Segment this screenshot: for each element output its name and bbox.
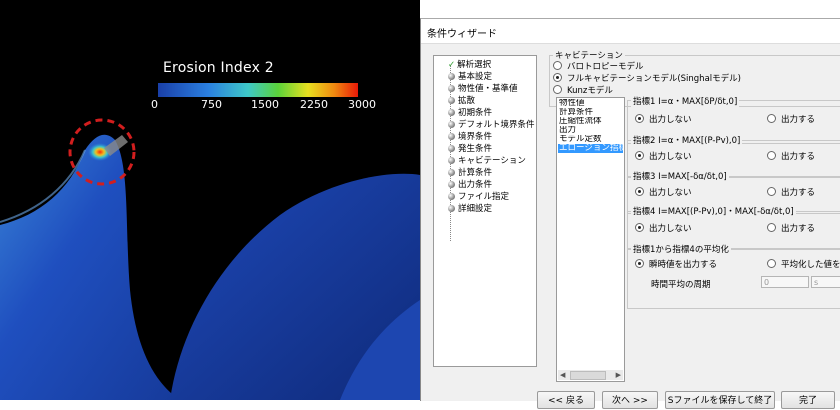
- index3-on-radio[interactable]: 出力する: [767, 186, 815, 198]
- index4-off-radio[interactable]: 出力しない: [635, 222, 692, 234]
- erosion-render-view: Erosion Index 2 0 750 1500 2250 3000: [0, 0, 420, 400]
- index1-title: 指標1 I=α・MAX[δP/δt,0]: [631, 95, 740, 107]
- radio-kunz[interactable]: Kunzモデル: [553, 84, 613, 96]
- bullet-icon: [448, 121, 455, 128]
- dialog-title: 条件ウィザード: [427, 29, 497, 40]
- wizard-step-tree[interactable]: ✓ 解析選択 基本設定 物性値・基準値 拡散 初期条件 デフォルト境界条件 境界条…: [433, 55, 537, 367]
- finish-button[interactable]: 完了: [781, 391, 835, 409]
- index2-title: 指標2 I=α・MAX[(P-Pv),0]: [631, 134, 743, 146]
- parameter-list[interactable]: 物性値 計算条件 圧縮性流体 出力 モデル定数 エロージョン指標 ◀ ▶: [556, 97, 625, 382]
- radio-icon: [767, 259, 776, 268]
- radio-icon: [767, 114, 776, 123]
- radio-icon: [767, 151, 776, 160]
- bullet-icon: [448, 85, 455, 92]
- bullet-icon: [448, 205, 455, 212]
- index4-on-radio[interactable]: 出力する: [767, 222, 815, 234]
- colorbar: [158, 83, 358, 97]
- period-input[interactable]: 0: [761, 276, 809, 288]
- scroll-thumb[interactable]: [570, 371, 606, 380]
- bullet-icon: [448, 97, 455, 104]
- colorbar-tick: 3000: [348, 98, 376, 111]
- tree-item-default-boundary[interactable]: デフォルト境界条件: [448, 120, 535, 131]
- averaged-radio[interactable]: 平均化した値を出力: [767, 258, 840, 270]
- tree-item-boundary[interactable]: 境界条件: [448, 132, 492, 143]
- tree-item-file[interactable]: ファイル指定: [448, 192, 509, 203]
- list-item-selected[interactable]: エロージョン指標: [558, 144, 623, 153]
- list-item[interactable]: 圧縮性流体: [558, 117, 623, 126]
- tree-item-generation[interactable]: 発生条件: [448, 144, 492, 155]
- radio-icon: [767, 223, 776, 232]
- radio-barotropic[interactable]: バロトロピーモデル: [553, 60, 644, 72]
- instantaneous-radio[interactable]: 瞬時値を出力する: [635, 258, 717, 270]
- list-item[interactable]: 物性値: [558, 99, 623, 108]
- index1-off-radio[interactable]: 出力しない: [635, 113, 692, 125]
- tree-item-output[interactable]: 出力条件: [448, 180, 492, 191]
- radio-icon: [767, 187, 776, 196]
- list-item[interactable]: 出力: [558, 126, 623, 135]
- radio-icon: [635, 259, 644, 268]
- period-unit-input[interactable]: s: [811, 276, 840, 288]
- dialog-titlebar: 条件ウィザード: [421, 19, 840, 44]
- list-item[interactable]: 計算条件: [558, 108, 623, 117]
- check-icon: ✓: [448, 60, 456, 70]
- colorbar-tick: 750: [201, 98, 222, 111]
- index3-off-radio[interactable]: 出力しない: [635, 186, 692, 198]
- tree-item-properties[interactable]: 物性値・基準値: [448, 84, 518, 95]
- list-item[interactable]: モデル定数: [558, 135, 623, 144]
- tree-item-analysis-selection[interactable]: ✓ 解析選択: [448, 60, 491, 71]
- save-and-exit-button[interactable]: Sファイルを保存して終了: [665, 391, 775, 409]
- index4-title: 指標4 I=MAX[(P-Pv),0]・MAX[-δα/δt,0]: [631, 205, 796, 217]
- index2-on-radio[interactable]: 出力する: [767, 150, 815, 162]
- radio-icon: [553, 85, 562, 94]
- radio-icon: [635, 114, 644, 123]
- radio-icon: [635, 223, 644, 232]
- index2-off-radio[interactable]: 出力しない: [635, 150, 692, 162]
- radio-full-cavitation[interactable]: フルキャビテーションモデル(Singhalモデル): [553, 72, 741, 84]
- radio-icon: [635, 151, 644, 160]
- next-button[interactable]: 次へ >>: [602, 391, 658, 409]
- bullet-icon: [448, 157, 455, 164]
- bullet-icon: [448, 193, 455, 200]
- index1-on-radio[interactable]: 出力する: [767, 113, 815, 125]
- bullet-icon: [448, 73, 455, 80]
- tree-item-initial-conditions[interactable]: 初期条件: [448, 108, 492, 119]
- horizontal-scrollbar[interactable]: ◀ ▶: [558, 370, 623, 380]
- colorbar-tick: 1500: [251, 98, 279, 111]
- dialog-client: ✓ 解析選択 基本設定 物性値・基準値 拡散 初期条件 デフォルト境界条件 境界条…: [427, 43, 840, 409]
- condition-wizard-dialog: 条件ウィザード ✓ 解析選択 基本設定 物性値・基準値 拡散 初期条件 デフォルト…: [420, 18, 840, 409]
- index3-title: 指標3 I=MAX[-δα/δt,0]: [631, 170, 729, 182]
- scroll-right-icon[interactable]: ▶: [616, 371, 621, 379]
- tree-item-calculation[interactable]: 計算条件: [448, 168, 492, 179]
- tree-item-cavitation[interactable]: キャビテーション: [448, 156, 526, 167]
- tree-item-basic-settings[interactable]: 基本設定: [448, 72, 492, 83]
- colorbar-tick: 2250: [300, 98, 328, 111]
- radio-icon: [553, 73, 562, 82]
- tree-item-diffusion[interactable]: 拡散: [448, 96, 475, 107]
- averaging-title: 指標1から指標4の平均化: [631, 243, 731, 255]
- bullet-icon: [448, 109, 455, 116]
- radio-icon: [635, 187, 644, 196]
- radio-icon: [553, 61, 562, 70]
- period-label: 時間平均の周期: [651, 280, 711, 290]
- colorbar-tick: 0: [151, 98, 158, 111]
- tree-item-advanced[interactable]: 詳細設定: [448, 204, 492, 215]
- bullet-icon: [448, 145, 455, 152]
- colorbar-title: Erosion Index 2: [163, 60, 274, 76]
- bullet-icon: [448, 169, 455, 176]
- back-button[interactable]: << 戻る: [537, 391, 595, 409]
- scroll-left-icon[interactable]: ◀: [560, 371, 565, 379]
- bullet-icon: [448, 133, 455, 140]
- bullet-icon: [448, 181, 455, 188]
